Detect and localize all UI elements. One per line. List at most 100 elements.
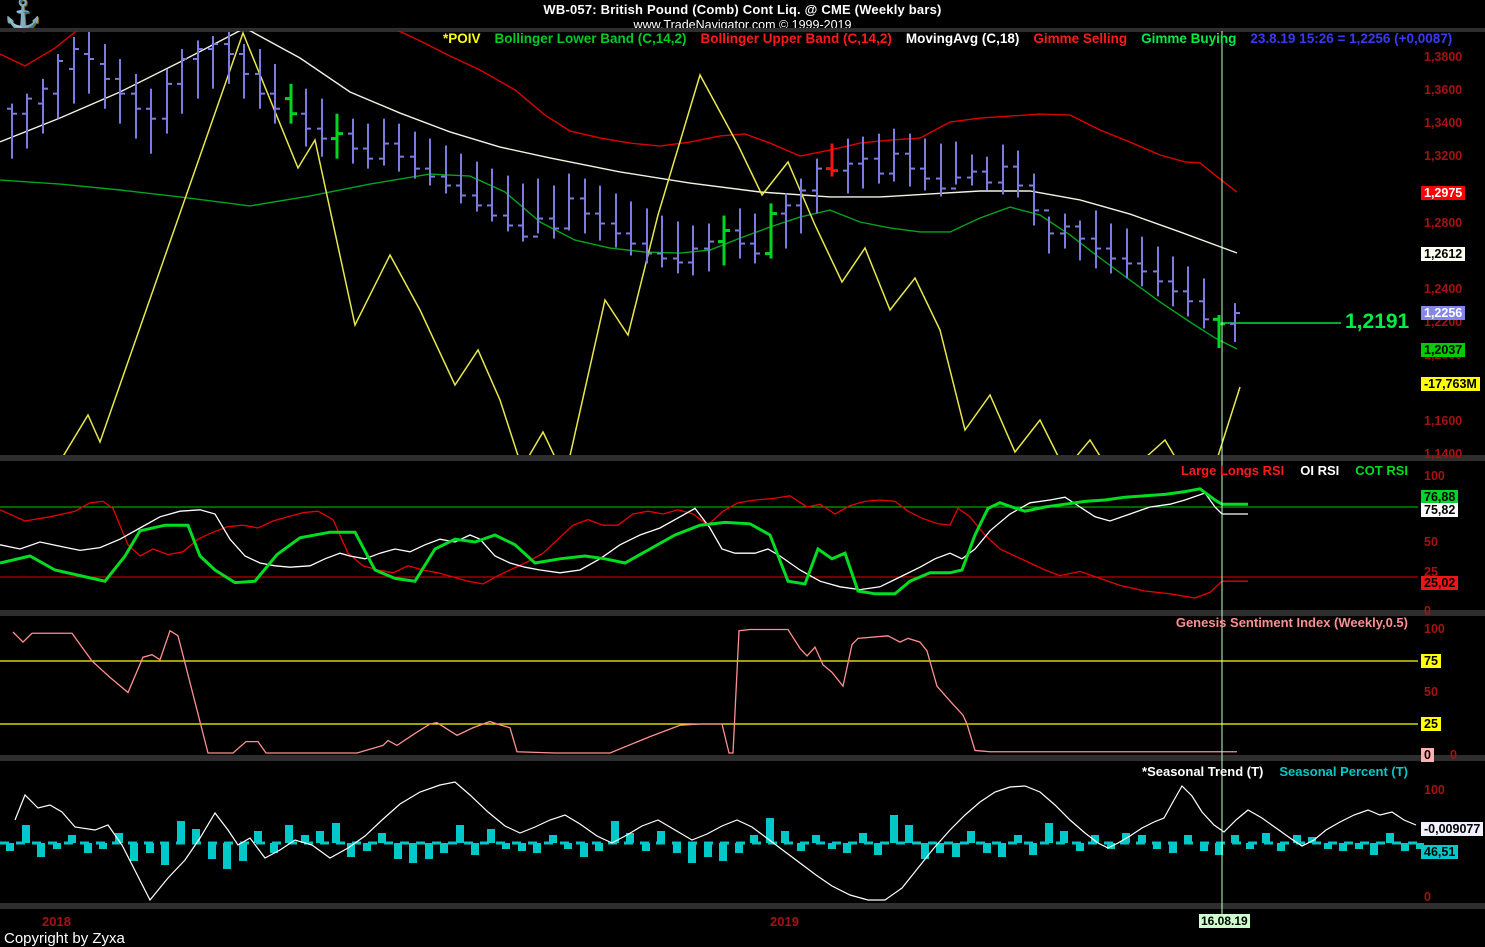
price-bar: [363, 123, 373, 169]
axis-value-badge: 1,2975: [1421, 186, 1466, 200]
seasonal-percent-bar: [580, 843, 588, 857]
seasonal-percent-bar: [1370, 843, 1378, 855]
price-bar: [1122, 228, 1132, 279]
seasonal-percent-bar: [37, 843, 45, 857]
price-bar: [441, 145, 451, 194]
poiv-line: [62, 31, 1241, 455]
price-bar: [410, 131, 420, 179]
rsi-legend-item-2[interactable]: COT RSI: [1355, 463, 1408, 478]
seasonal-percent-bar: [161, 843, 169, 865]
price-bar: [858, 136, 868, 189]
legend-main-item-6[interactable]: 23.8.19 15:26 = 1,2256 (+0,0087): [1250, 31, 1452, 46]
price-bar: [1213, 315, 1225, 349]
cursor-date-badge: 16.08.19: [1199, 914, 1250, 928]
price-bar: [22, 93, 32, 149]
axis-value-badge: 0: [1421, 748, 1434, 762]
price-bar: [595, 185, 605, 241]
axis-tick-label: 0: [1450, 748, 1457, 762]
price-bar: [177, 49, 187, 114]
axis-tick-label: 1,2400: [1424, 282, 1463, 296]
price-bar: [718, 215, 730, 266]
price-bar: [765, 203, 777, 259]
rsi-legend-item-1[interactable]: OI RSI: [1300, 463, 1339, 478]
seasonal-percent-bar: [254, 831, 262, 843]
price-bar: [487, 168, 497, 222]
seasonal-percent-bar: [1060, 831, 1068, 843]
trade-navigator-chart-window: ⚓ WB-057: British Pound (Comb) Cont Liq.…: [0, 0, 1485, 947]
price-bar: [626, 201, 636, 256]
legend-main-item-2[interactable]: Bollinger Upper Band (C,14,2): [701, 31, 892, 46]
price-bar: [379, 118, 389, 166]
seasonal-percent-bar: [130, 843, 138, 861]
price-bar: [425, 138, 435, 186]
sentiment-panel[interactable]: [0, 628, 1418, 754]
seasonal-percent-bar: [890, 815, 898, 843]
seasonal-percent-bar: [239, 843, 247, 861]
legend-main-item-3[interactable]: MovingAvg (C,18): [906, 31, 1020, 46]
seasonal-legend: *Seasonal Trend (T) Seasonal Percent (T): [1126, 764, 1408, 779]
price-bar: [193, 40, 203, 99]
price-bar: [456, 153, 466, 204]
rsi-panel[interactable]: [0, 487, 1418, 599]
price-bar: [1106, 223, 1116, 274]
price-bar: [53, 54, 63, 119]
price-bar: [472, 161, 482, 212]
seasonal-panel[interactable]: [0, 781, 1424, 902]
axis-tick-label: 0: [1424, 890, 1431, 904]
rsi-legend-item-0[interactable]: Large Longs RSI: [1181, 463, 1284, 478]
price-bar: [1091, 210, 1101, 269]
axis-tick-label: 100: [1424, 469, 1445, 483]
price-bar: [796, 178, 806, 234]
sentiment-line: [12, 628, 1237, 754]
seasonal-percent-bar: [781, 831, 789, 843]
seasonal-percent-bar: [487, 829, 495, 843]
price-bar: [208, 35, 218, 89]
price-bar: [7, 103, 17, 159]
price-panel[interactable]: [0, 0, 1341, 497]
axis-value-badge: -17,763M: [1421, 377, 1480, 391]
sentiment-legend: Genesis Sentiment Index (Weekly,0.5): [1160, 615, 1408, 630]
price-bar: [285, 83, 297, 124]
axis-value-badge: -0,009077: [1421, 822, 1484, 836]
seasonal-percent-bar: [1401, 843, 1409, 851]
price-bar: [331, 113, 343, 159]
price-bar: [1137, 236, 1147, 287]
price-bar: [301, 88, 311, 147]
axis-tick-label: 1,1400: [1424, 447, 1463, 461]
axis-tick-label: 1,2800: [1424, 216, 1463, 230]
price-bar: [100, 44, 110, 109]
seasonal-legend-item-0[interactable]: *Seasonal Trend (T): [1142, 764, 1263, 779]
price-bar: [1029, 173, 1039, 226]
legend-main-item-5[interactable]: Gimme Buying: [1141, 31, 1236, 46]
axis-value-badge: 75: [1421, 654, 1441, 668]
price-bar: [998, 144, 1008, 195]
axis-value-badge: 25,02: [1421, 576, 1459, 590]
price-bar: [503, 175, 513, 232]
copyright-text: Copyright by Zyxa: [4, 930, 125, 947]
seasonal-percent-bar: [316, 831, 324, 843]
price-bar: [657, 215, 667, 268]
price-bar: [812, 158, 822, 214]
axis-tick-label: 100: [1424, 622, 1445, 636]
axis-value-badge: 25: [1421, 717, 1441, 731]
seasonal-percent-bar: [22, 825, 30, 843]
seasonal-percent-bar: [766, 818, 774, 843]
axis-tick-label: 50: [1424, 535, 1438, 549]
seasonal-legend-item-1[interactable]: Seasonal Percent (T): [1279, 764, 1408, 779]
seasonal-percent-bar: [456, 825, 464, 843]
axis-tick-label: 1,3200: [1424, 149, 1463, 163]
legend-main-item-0[interactable]: *POIV: [443, 31, 481, 46]
price-bar: [84, 31, 94, 94]
price-bar: [533, 178, 543, 238]
seasonal-percent-bar: [874, 843, 882, 855]
seasonal-percent-bar: [688, 843, 696, 863]
sentiment-legend-item-0[interactable]: Genesis Sentiment Index (Weekly,0.5): [1176, 615, 1408, 630]
price-bar: [69, 36, 79, 104]
legend-main-item-1[interactable]: Bollinger Lower Band (C,14,2): [495, 31, 687, 46]
price-bar: [38, 78, 48, 134]
bollinger-lower-band-c-14-2--line: [0, 173, 1238, 350]
axis-tick-label: 50: [1424, 685, 1438, 699]
axis-tick-label: 0: [1424, 604, 1431, 618]
seasonal-percent-bar: [440, 843, 448, 853]
legend-main-item-4[interactable]: Gimme Selling: [1033, 31, 1127, 46]
